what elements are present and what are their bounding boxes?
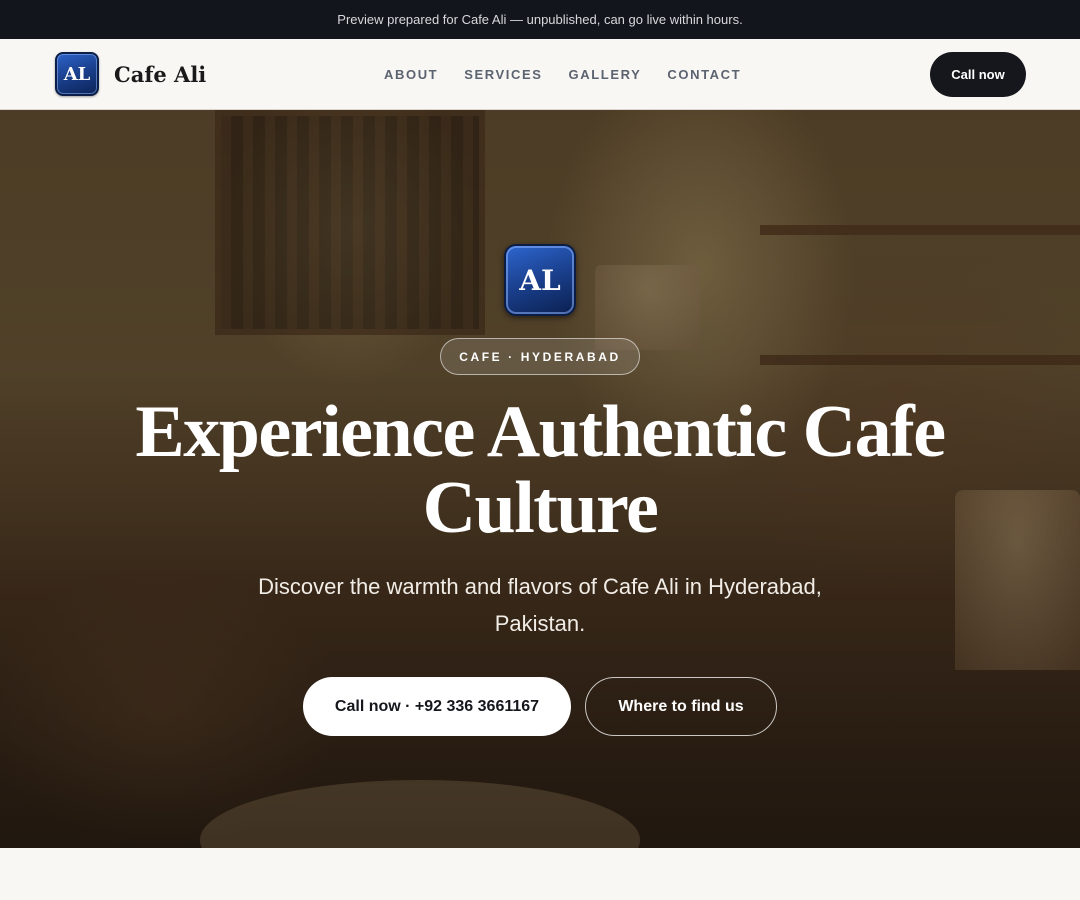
header-call-button[interactable]: Call now	[930, 52, 1026, 97]
nav-services[interactable]: SERVICES	[464, 67, 542, 82]
hero-logo-text: AL	[519, 263, 561, 297]
find-us-button[interactable]: Where to find us	[585, 677, 777, 736]
main-nav: ABOUT SERVICES GALLERY CONTACT	[384, 39, 767, 109]
hero-headline: Experience Authentic Cafe Culture	[135, 391, 946, 549]
brand-logo[interactable]: AL	[55, 52, 99, 96]
hero-content: AL CAFE · HYDERABAD Experience Authentic…	[0, 110, 1080, 848]
announcement-text: Preview prepared for Cafe Ali — unpublis…	[337, 12, 743, 27]
brand[interactable]: AL Cafe Ali	[55, 52, 206, 96]
nav-contact[interactable]: CONTACT	[667, 67, 741, 82]
call-now-button[interactable]: Call now · +92 336 3661167	[303, 677, 571, 736]
announcement-bar: Preview prepared for Cafe Ali — unpublis…	[0, 0, 1080, 39]
hero-section: AL CAFE · HYDERABAD Experience Authentic…	[0, 110, 1080, 848]
brand-name[interactable]: Cafe Ali	[114, 62, 206, 87]
brand-logo-text: AL	[63, 63, 91, 85]
nav-about[interactable]: ABOUT	[384, 67, 438, 82]
site-header: AL Cafe Ali ABOUT SERVICES GALLERY CONTA…	[0, 39, 1080, 110]
nav-gallery[interactable]: GALLERY	[569, 67, 642, 82]
location-badge: CAFE · HYDERABAD	[440, 338, 640, 375]
hero-logo: AL	[504, 244, 576, 316]
hero-subheading: Discover the warmth and flavors of Cafe …	[258, 574, 822, 636]
